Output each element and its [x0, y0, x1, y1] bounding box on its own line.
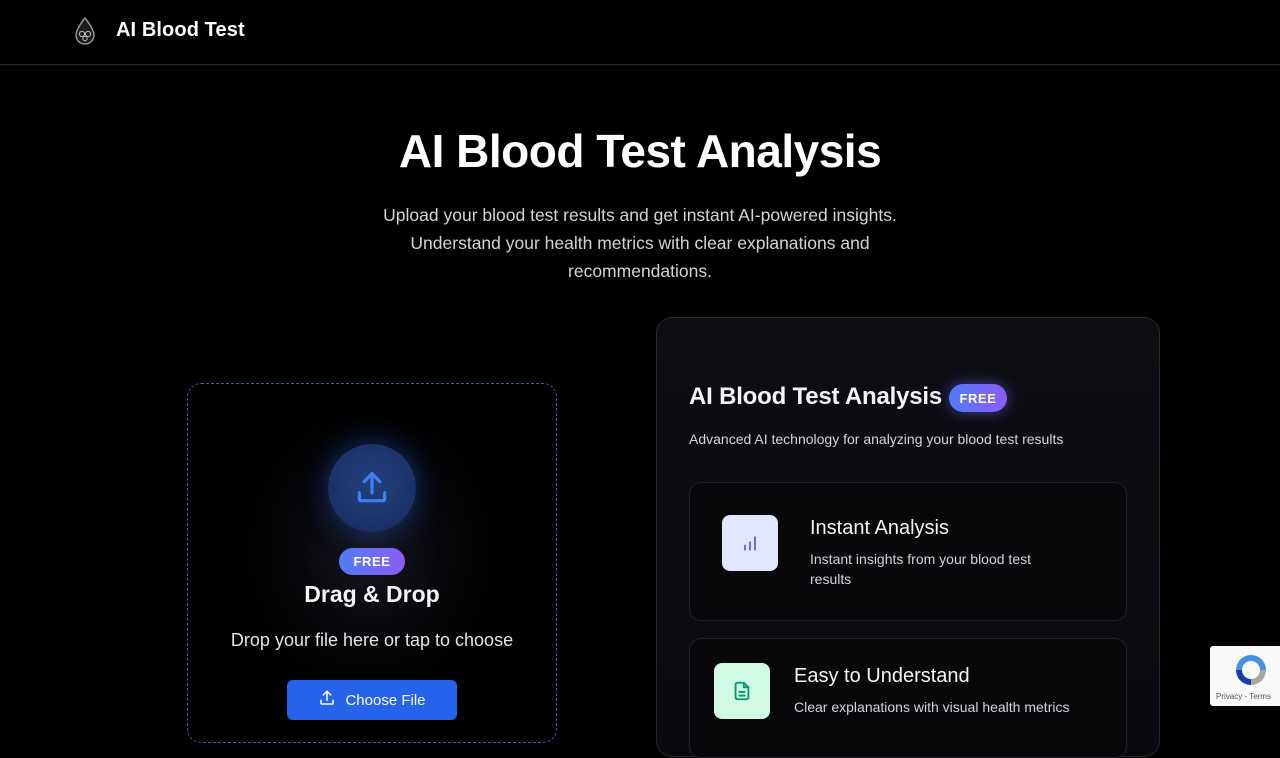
feature-description: Clear explanations with visual health me…	[794, 699, 1070, 715]
recaptcha-links[interactable]: Privacy - Terms	[1216, 692, 1271, 701]
choose-file-label: Choose File	[345, 691, 426, 709]
feature-title: Easy to Understand	[794, 665, 970, 687]
blood-drop-logo-icon[interactable]	[72, 16, 98, 46]
document-icon	[714, 663, 770, 719]
dropzone-title: Drag & Drop	[304, 581, 440, 607]
recaptcha-icon	[1233, 652, 1269, 688]
feature-description: Instant insights from your blood test re…	[810, 551, 1031, 587]
brand-name[interactable]: AI Blood Test	[116, 19, 245, 42]
top-nav: AI Blood Test	[0, 0, 1280, 65]
bar-chart-icon	[722, 515, 778, 571]
page-subtitle: Upload your blood test results and get i…	[383, 205, 897, 281]
free-badge: FREE	[339, 548, 405, 575]
upload-icon	[318, 689, 336, 711]
free-badge: FREE	[949, 384, 1007, 412]
upload-icon[interactable]	[328, 444, 416, 532]
page-title: AI Blood Test Analysis	[398, 125, 882, 177]
recaptcha-badge[interactable]: Privacy - Terms	[1210, 646, 1280, 706]
feature-title: Instant Analysis	[810, 517, 949, 539]
dropzone-hint: Drop your file here or tap to choose	[230, 630, 514, 650]
choose-file-button[interactable]: Choose File	[287, 680, 457, 720]
info-panel-title: AI Blood Test Analysis	[689, 383, 942, 410]
info-panel-subtitle: Advanced AI technology for analyzing you…	[689, 431, 1064, 447]
